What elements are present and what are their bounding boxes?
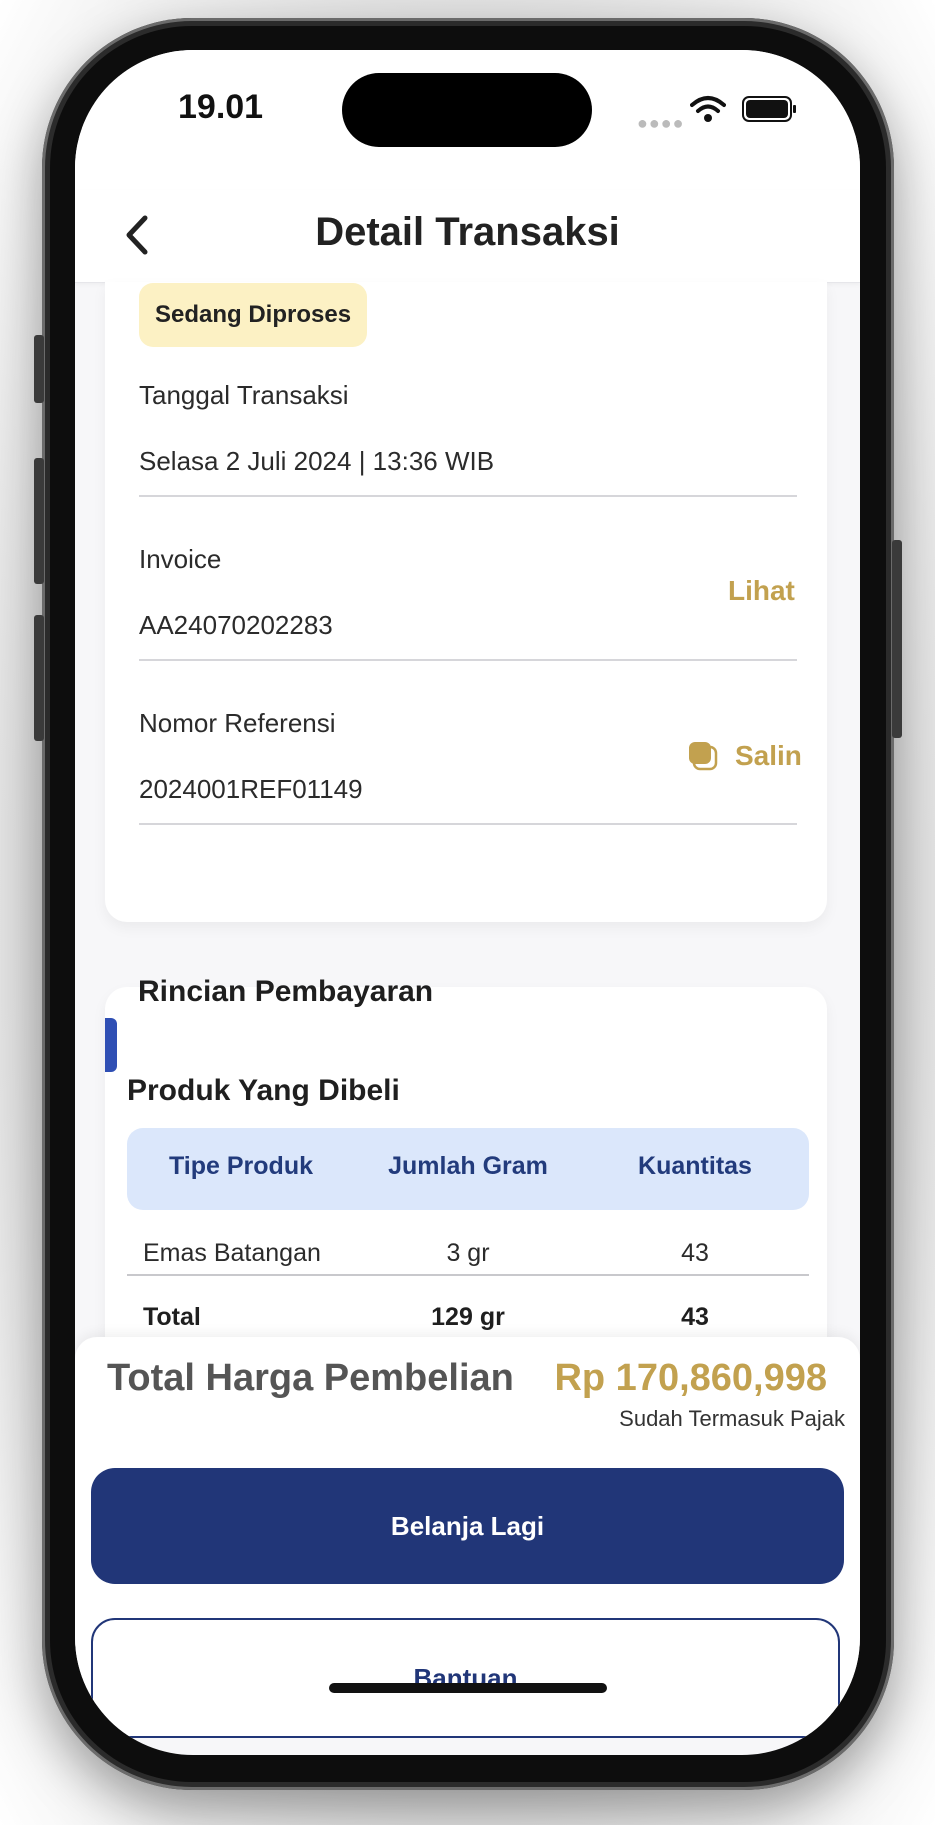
status-time: 19.01 — [178, 88, 264, 126]
page-title: Detail Transaksi — [315, 210, 620, 254]
transaction-info-card — [105, 282, 827, 922]
reference-label: Nomor Referensi — [139, 708, 336, 738]
table-cell: 43 — [681, 1239, 709, 1267]
column-header: Tipe Produk — [168, 1152, 313, 1180]
copy-icon[interactable] — [687, 740, 719, 772]
column-header: Kuantitas — [638, 1152, 752, 1180]
status-bar: 19.01 ●●●● — [75, 50, 860, 190]
divider — [139, 495, 797, 497]
total-label: Total — [143, 1303, 201, 1331]
help-button[interactable]: Bantuan — [91, 1618, 840, 1738]
divider — [139, 823, 797, 825]
payment-section-title: Rincian Pembayaran — [138, 975, 434, 1008]
wifi-icon — [690, 96, 726, 122]
reference-value: 2024001REF01149 — [139, 774, 363, 804]
shop-again-button[interactable]: Belanja Lagi — [91, 1468, 844, 1584]
home-indicator — [329, 1683, 607, 1693]
date-value: Selasa 2 Juli 2024 | 13:36 WIB — [139, 446, 495, 476]
battery-icon — [742, 96, 796, 122]
column-header: Jumlah Gram — [388, 1152, 548, 1180]
table-header: Tipe Produk Jumlah Gram Kuantitas — [127, 1128, 809, 1210]
invoice-label: Invoice — [139, 544, 222, 574]
status-badge: Sedang Diproses — [139, 283, 368, 347]
mute-switch — [34, 335, 44, 403]
divider — [139, 659, 797, 661]
total-quantity: 43 — [681, 1303, 709, 1331]
dynamic-island — [342, 73, 592, 147]
invoice-value: AA24070202283 — [139, 610, 333, 640]
date-label: Tanggal Transaksi — [139, 380, 349, 410]
volume-down-button — [34, 615, 44, 741]
section-accent-bar — [105, 1018, 117, 1072]
view-invoice-link[interactable]: Lihat — [728, 575, 795, 607]
signal-icon: ●●●● — [637, 113, 685, 133]
tax-note: Sudah Termasuk Pajak — [619, 1406, 845, 1431]
table-cell: 3 gr — [446, 1239, 490, 1267]
app-screen: 19.01 ●●●● Detail Transaksi Sedang Dipro… — [75, 50, 860, 1755]
divider — [127, 1274, 809, 1276]
copy-reference-button[interactable]: Salin — [735, 740, 802, 772]
products-title: Produk Yang Dibeli — [127, 1074, 400, 1107]
total-price-label: Total Harga Pembelian — [107, 1357, 514, 1399]
volume-up-button — [34, 458, 44, 584]
table-cell: Emas Batangan — [143, 1239, 321, 1267]
total-price-value: Rp 170,860,998 — [554, 1357, 827, 1399]
total-grams: 129 gr — [431, 1303, 505, 1331]
top-app-bar: Detail Transaksi — [75, 190, 860, 283]
power-button — [892, 540, 902, 738]
